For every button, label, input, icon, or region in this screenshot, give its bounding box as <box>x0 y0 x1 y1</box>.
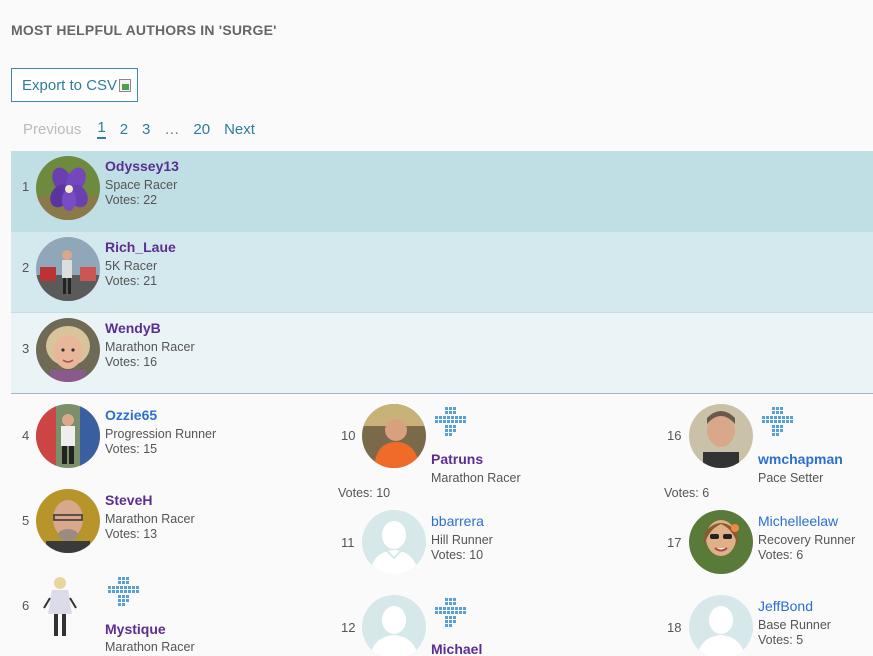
avatar[interactable] <box>36 489 100 553</box>
avatar[interactable] <box>36 404 100 468</box>
avatar[interactable] <box>362 510 426 574</box>
author-name-link[interactable]: SteveH <box>105 492 152 508</box>
author-rank: Space Racer <box>105 178 178 192</box>
author-name-link[interactable]: Odyssey13 <box>105 158 179 174</box>
rank-number: 10 <box>341 428 356 443</box>
author-votes: Votes: 16 <box>105 355 158 369</box>
export-csv-button[interactable]: Export to CSV <box>11 68 138 102</box>
csv-file-icon <box>119 78 132 92</box>
author-votes: Votes: 21 <box>105 274 158 288</box>
avatar[interactable] <box>36 156 100 220</box>
avatar[interactable] <box>689 595 753 656</box>
pagination-page-3[interactable]: 3 <box>142 121 150 138</box>
page-title: MOST HELPFUL AUTHORS IN 'SURGE' <box>11 22 277 38</box>
author-rank: Recovery Runner <box>758 533 856 547</box>
author-rank: 5K Racer <box>105 259 158 273</box>
page: MOST HELPFUL AUTHORS IN 'SURGE' Export t… <box>0 0 873 656</box>
rank-number: 6 <box>22 598 30 613</box>
pagination-page-2[interactable]: 2 <box>120 121 128 138</box>
author-name-link[interactable]: bbarrera <box>431 513 484 529</box>
author-rank: Marathon Racer <box>105 640 195 654</box>
author-votes: Votes: 22 <box>105 193 158 207</box>
leader-row-1: 1 Odyssey13 Space Racer Votes: 22 <box>11 151 873 232</box>
rank-number: 1 <box>22 179 30 194</box>
rank-number: 5 <box>22 513 30 528</box>
rank-number: 4 <box>22 428 30 443</box>
author-name-link[interactable]: Michael <box>431 641 482 656</box>
author-name-link[interactable]: Michelleelaw <box>758 513 838 529</box>
rank-number: 12 <box>341 620 356 635</box>
pagination-next[interactable]: Next <box>224 121 255 138</box>
pagination-page-20[interactable]: 20 <box>193 121 210 138</box>
rank-number: 2 <box>22 260 30 275</box>
avatar[interactable] <box>36 237 100 301</box>
author-votes: Votes: 5 <box>758 633 804 647</box>
avatar[interactable] <box>689 404 753 468</box>
author-votes: Votes: 6 <box>758 548 804 562</box>
pagination-ellipsis: … <box>164 120 180 138</box>
author-name-link[interactable]: Mystique <box>105 621 166 637</box>
author-name-link[interactable]: wmchapman <box>758 451 843 467</box>
rank-number: 18 <box>667 620 682 635</box>
pagination: Previous 1 2 3 … 20 Next <box>23 119 269 139</box>
author-rank: Marathon Racer <box>431 471 521 485</box>
author-name-link[interactable]: Rich_Laue <box>105 239 176 255</box>
avatar[interactable] <box>36 318 100 382</box>
rank-number: 3 <box>22 341 30 356</box>
author-rank: Hill Runner <box>431 533 493 547</box>
author-rank: Progression Runner <box>105 427 217 441</box>
plus-badge-icon <box>435 598 466 627</box>
plus-badge-icon <box>108 577 139 606</box>
author-name-link[interactable]: JeffBond <box>758 598 813 614</box>
plus-badge-icon <box>762 407 793 436</box>
author-rank: Marathon Racer <box>105 340 195 354</box>
author-votes: Votes: 15 <box>105 442 158 456</box>
author-votes: Votes: 6 <box>664 486 710 500</box>
leader-row-3: 3 WendyB Marathon Racer Votes: 16 <box>11 313 873 394</box>
pagination-page-1[interactable]: 1 <box>97 119 106 139</box>
author-votes: Votes: 10 <box>338 486 391 500</box>
avatar[interactable] <box>689 510 753 574</box>
author-rank: Pace Setter <box>758 471 824 485</box>
author-rank: Base Runner <box>758 618 831 632</box>
rank-number: 17 <box>667 535 682 550</box>
rank-number: 11 <box>341 535 355 550</box>
export-label: Export to CSV <box>22 76 118 94</box>
avatar[interactable] <box>40 574 80 638</box>
author-votes: Votes: 10 <box>431 548 484 562</box>
rank-number: 16 <box>667 428 682 443</box>
avatar[interactable] <box>362 404 426 468</box>
author-name-link[interactable]: WendyB <box>105 320 161 336</box>
author-votes: Votes: 13 <box>105 527 158 541</box>
pagination-previous: Previous <box>23 120 82 138</box>
author-name-link[interactable]: Patruns <box>431 451 483 467</box>
leader-row-2: 2 Rich_Laue 5K Racer Votes: 21 <box>11 232 873 313</box>
avatar[interactable] <box>362 595 426 656</box>
plus-badge-icon <box>435 407 466 436</box>
author-name-link[interactable]: Ozzie65 <box>105 407 157 423</box>
author-rank: Marathon Racer <box>105 512 195 526</box>
